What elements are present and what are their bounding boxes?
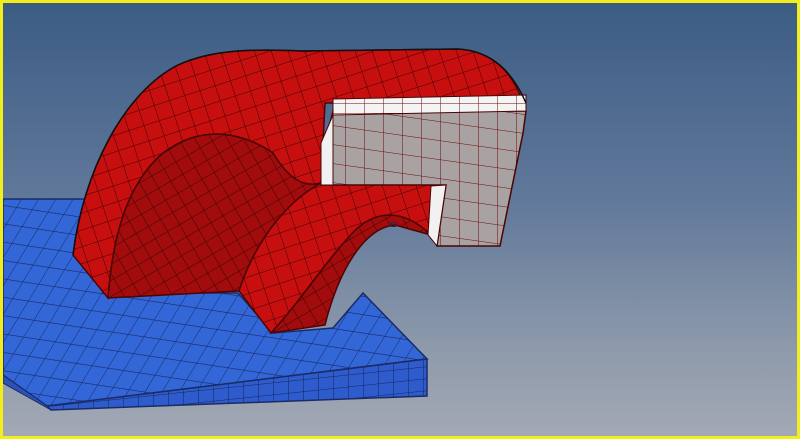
graphics-viewport[interactable]: [0, 0, 800, 439]
square-node-marker-icon: [391, 222, 396, 227]
mesh-scene[interactable]: [3, 3, 797, 436]
arch-cut-face-top-strip: [332, 94, 527, 116]
arch-solid[interactable]: [72, 48, 527, 335]
